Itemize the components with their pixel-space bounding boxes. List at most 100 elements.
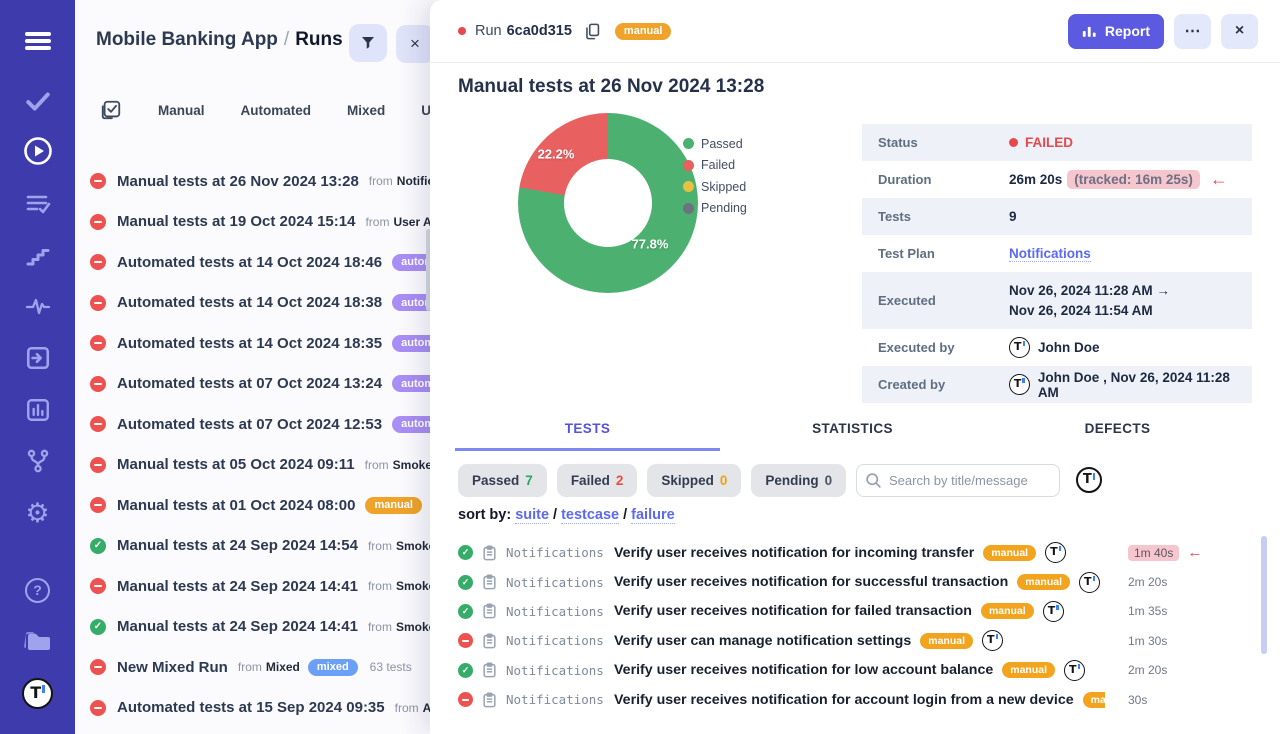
- suite-name[interactable]: Notifications: [506, 604, 614, 619]
- test-row[interactable]: Notifications Verify user receives notif…: [458, 567, 1250, 596]
- tab-mixed[interactable]: Mixed: [347, 103, 385, 118]
- runs-icon[interactable]: [0, 134, 75, 168]
- filter-passed-chip[interactable]: Passed7: [458, 464, 547, 497]
- test-plan-link[interactable]: Notifications: [1009, 246, 1091, 262]
- sort-by-suite-link[interactable]: suite: [515, 507, 549, 524]
- pulse-icon[interactable]: [0, 290, 75, 324]
- filter-button[interactable]: [349, 24, 387, 62]
- failed-status-icon: [90, 659, 106, 675]
- info-row-duration: Duration 26m 20s(tracked: 16m 25s)←: [862, 161, 1252, 198]
- steps-icon[interactable]: [0, 239, 75, 273]
- tests-list-scrollbar[interactable]: [1261, 536, 1267, 654]
- sort-label: sort by:: [458, 507, 511, 523]
- duration-value: 26m 20s: [1009, 172, 1062, 187]
- suite-name[interactable]: Notifications: [506, 575, 614, 590]
- close-list-button[interactable]: ×: [396, 25, 434, 63]
- run-label: Run: [475, 23, 502, 39]
- tab-manual[interactable]: Manual: [158, 103, 205, 118]
- passed-status-icon: [458, 663, 473, 678]
- copy-run-id-button[interactable]: [583, 22, 602, 41]
- close-panel-button[interactable]: ×: [1221, 14, 1258, 49]
- tab-tests[interactable]: TESTS: [455, 421, 720, 451]
- passed-status-icon: [90, 538, 106, 554]
- run-title[interactable]: Automated tests at 15 Sep 2024 09:35: [117, 699, 385, 716]
- run-title[interactable]: Automated tests at 07 Oct 2024 13:24: [117, 375, 382, 392]
- passed-status-icon: [458, 545, 473, 560]
- sort-by-testcase-link[interactable]: testcase: [561, 507, 619, 524]
- suite-name[interactable]: Notifications: [506, 692, 614, 707]
- search-input[interactable]: [856, 464, 1060, 497]
- test-row[interactable]: Notifications Verify user receives notif…: [458, 597, 1250, 626]
- select-runs-icon[interactable]: [100, 99, 122, 121]
- filter-pending-chip[interactable]: Pending0: [751, 464, 846, 497]
- suite-name[interactable]: Notifications: [506, 633, 614, 648]
- passed-status-icon: [458, 575, 473, 590]
- run-title[interactable]: Automated tests at 14 Oct 2024 18:46: [117, 254, 382, 271]
- run-title[interactable]: Manual tests at 05 Oct 2024 09:11: [117, 456, 355, 473]
- suite-name[interactable]: Notifications: [506, 663, 614, 678]
- branches-icon[interactable]: [0, 444, 75, 478]
- run-title[interactable]: Automated tests at 07 Oct 2024 12:53: [117, 416, 382, 433]
- tab-defects[interactable]: DEFECTS: [985, 421, 1250, 451]
- run-type-badge: manual: [365, 497, 422, 514]
- testcase-clipboard-icon: [482, 662, 497, 678]
- run-title[interactable]: Manual tests at 24 Sep 2024 14:41: [117, 578, 358, 595]
- run-title[interactable]: Manual tests at 01 Oct 2024 08:00: [117, 497, 355, 514]
- run-title[interactable]: Automated tests at 14 Oct 2024 18:38: [117, 294, 382, 311]
- sort-by-failure-link[interactable]: failure: [631, 507, 675, 524]
- run-title[interactable]: Automated tests at 14 Oct 2024 18:35: [117, 335, 382, 352]
- test-title[interactable]: Verify user receives notification for ac…: [614, 692, 1074, 708]
- tab-statistics[interactable]: STATISTICS: [720, 421, 985, 451]
- test-title[interactable]: Verify user receives notification for in…: [614, 545, 974, 561]
- test-row[interactable]: Notifications Verify user receives notif…: [458, 685, 1250, 714]
- menu-icon[interactable]: [0, 24, 75, 58]
- from-plan-name[interactable]: Mixed: [266, 660, 300, 674]
- passed-count: 7: [525, 473, 533, 488]
- checks-icon[interactable]: [0, 84, 75, 118]
- test-title[interactable]: Verify user can manage notification sett…: [614, 633, 911, 649]
- tab-automated[interactable]: Automated: [241, 103, 312, 118]
- run-type-badge: manual: [615, 23, 672, 40]
- run-title[interactable]: New Mixed Run: [117, 659, 228, 676]
- from-label: from: [368, 539, 392, 553]
- import-icon[interactable]: [0, 341, 75, 375]
- projects-folder-icon[interactable]: [0, 624, 75, 658]
- status-value: FAILED: [1025, 135, 1073, 150]
- run-title[interactable]: Manual tests at 24 Sep 2024 14:54: [117, 537, 358, 554]
- report-chart-icon: [1082, 24, 1097, 38]
- assignee-filter-avatar[interactable]: T: [1076, 467, 1102, 493]
- test-row[interactable]: Notifications Verify user receives notif…: [458, 656, 1250, 685]
- test-plans-icon[interactable]: [0, 187, 75, 221]
- run-title[interactable]: Manual tests at 19 Oct 2024 15:14: [117, 213, 355, 230]
- from-plan-name[interactable]: Smoke: [393, 458, 432, 472]
- account-avatar[interactable]: T: [0, 676, 75, 710]
- test-type-badge: manual: [981, 603, 1034, 619]
- breadcrumb-project[interactable]: Mobile Banking App: [96, 29, 278, 50]
- run-status-dot: [458, 27, 466, 35]
- run-title[interactable]: Manual tests at 26 Nov 2024 13:28: [117, 173, 359, 190]
- analytics-icon[interactable]: [0, 393, 75, 427]
- test-row[interactable]: Notifications Verify user can manage not…: [458, 626, 1250, 655]
- filter-skipped-chip[interactable]: Skipped0: [647, 464, 741, 497]
- test-row[interactable]: Notifications Verify user receives notif…: [458, 538, 1250, 567]
- suite-name[interactable]: Notifications: [506, 545, 614, 560]
- run-tests-count: 63 tests: [370, 660, 412, 674]
- testcase-clipboard-icon: [482, 633, 497, 649]
- more-actions-button[interactable]: ⋯: [1174, 14, 1211, 49]
- info-row-executed: Executed Nov 26, 2024 11:28 AM → Nov 26,…: [862, 272, 1252, 329]
- test-title[interactable]: Verify user receives notification for su…: [614, 574, 1008, 590]
- help-icon[interactable]: ?: [0, 573, 75, 607]
- run-title[interactable]: Manual tests at 24 Sep 2024 14:41: [117, 618, 358, 635]
- passed-status-icon: [458, 604, 473, 619]
- settings-gear-icon[interactable]: ⚙: [0, 496, 75, 530]
- close-icon: ×: [410, 34, 420, 54]
- ellipsis-icon: ⋯: [1185, 21, 1201, 41]
- filter-failed-chip[interactable]: Failed2: [557, 464, 638, 497]
- test-title[interactable]: Verify user receives notification for lo…: [614, 662, 993, 678]
- test-title[interactable]: Verify user receives notification for fa…: [614, 603, 972, 619]
- search-box: [856, 464, 1060, 497]
- from-label: from: [395, 701, 419, 715]
- failed-status-icon: [90, 376, 106, 392]
- report-button[interactable]: Report: [1068, 14, 1164, 49]
- close-icon: ×: [1235, 22, 1244, 40]
